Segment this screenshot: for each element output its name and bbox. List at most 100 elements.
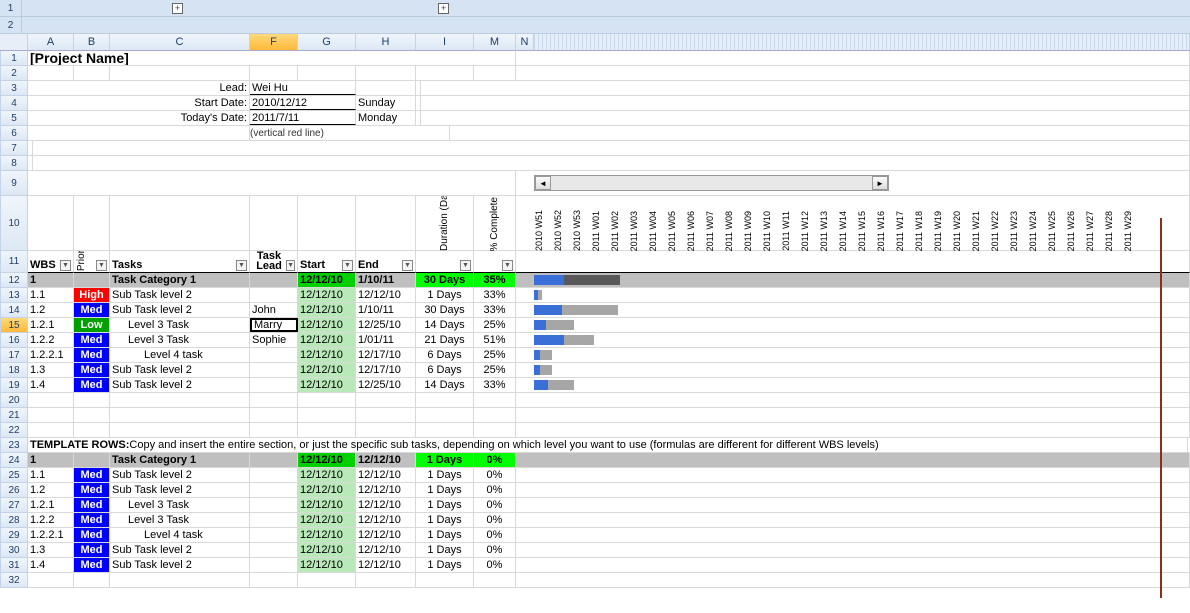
cell[interactable]	[250, 423, 298, 437]
row-head-13[interactable]: 13	[0, 288, 28, 303]
end-cell[interactable]: 12/12/10	[356, 483, 416, 497]
pct-cell[interactable]: 35%	[474, 273, 516, 287]
info-note[interactable]: (vertical red line)	[250, 126, 450, 140]
wbs-cell[interactable]: 1.1	[28, 288, 74, 302]
duration-cell[interactable]: 1 Days	[416, 288, 474, 302]
lead-cell[interactable]	[250, 483, 298, 497]
wbs-cell[interactable]: 1.2.2.1	[28, 348, 74, 362]
end-cell[interactable]: 12/12/10	[356, 543, 416, 557]
pct-cell[interactable]: 0%	[474, 468, 516, 482]
header-tasks[interactable]: Tasks▼	[110, 251, 250, 273]
header-tasklead[interactable]: Task Lead▼	[250, 251, 298, 273]
task-cell[interactable]: Sub Task level 2	[110, 543, 250, 557]
end-cell[interactable]: 12/12/10	[356, 513, 416, 527]
duration-cell[interactable]: 21 Days	[416, 333, 474, 347]
cell[interactable]	[28, 66, 74, 80]
outline-level-2[interactable]: 2	[0, 17, 22, 33]
task-cell[interactable]: Sub Task level 2	[110, 468, 250, 482]
cell[interactable]	[110, 423, 250, 437]
priority-cell[interactable]: Med	[74, 333, 110, 347]
duration-cell[interactable]: 6 Days	[416, 348, 474, 362]
task-cell[interactable]: Sub Task level 2	[110, 558, 250, 572]
start-cell[interactable]: 12/12/10	[298, 333, 356, 347]
end-cell[interactable]: 12/12/10	[356, 468, 416, 482]
cell[interactable]: ▼	[474, 251, 516, 273]
pct-cell[interactable]: 33%	[474, 378, 516, 392]
duration-cell[interactable]: 1 Days	[416, 558, 474, 572]
end-cell[interactable]: 1/01/11	[356, 333, 416, 347]
pct-cell[interactable]: 0%	[474, 483, 516, 497]
cell[interactable]	[110, 393, 250, 407]
title-cell[interactable]: [Project Name]	[28, 51, 516, 65]
info-day[interactable]	[356, 81, 416, 95]
wbs-cell[interactable]: 1.2.1	[28, 498, 74, 512]
cell[interactable]	[74, 408, 110, 422]
wbs-cell[interactable]: 1.3	[28, 543, 74, 557]
cell[interactable]	[356, 66, 416, 80]
cell[interactable]	[474, 66, 516, 80]
row-head-29[interactable]: 29	[0, 528, 28, 543]
pct-cell[interactable]: 0%	[474, 528, 516, 542]
row-head-11[interactable]: 11	[0, 251, 28, 273]
cell[interactable]	[250, 66, 298, 80]
duration-cell[interactable]: 1 Days	[416, 498, 474, 512]
wbs-cell[interactable]: 1.4	[28, 378, 74, 392]
cell[interactable]	[250, 408, 298, 422]
lead-cell[interactable]	[250, 528, 298, 542]
cell[interactable]	[474, 573, 516, 587]
row-head-12[interactable]: 12	[0, 273, 28, 288]
outline-expand-2[interactable]: +	[438, 3, 449, 14]
priority-cell[interactable]: Low	[74, 318, 110, 332]
start-cell[interactable]: 12/12/10	[298, 498, 356, 512]
start-cell[interactable]: 12/12/10	[298, 273, 356, 287]
wbs-cell[interactable]: 1.2	[28, 303, 74, 317]
spreadsheet-grid[interactable]: [Project Name]Lead:Wei HuStart Date:2010…	[28, 51, 1190, 588]
duration-cell[interactable]: 30 Days	[416, 273, 474, 287]
filter-dropdown-icon[interactable]: ▼	[402, 260, 413, 271]
pct-cell[interactable]: 0%	[474, 453, 516, 467]
row-head-32[interactable]: 32	[0, 573, 28, 588]
priority-cell[interactable]: Med	[74, 498, 110, 512]
row-head-18[interactable]: 18	[0, 363, 28, 378]
cell[interactable]	[416, 423, 474, 437]
filter-dropdown-icon[interactable]: ▼	[60, 260, 71, 271]
wbs-cell[interactable]: 1.4	[28, 558, 74, 572]
end-cell[interactable]: 1/10/11	[356, 273, 416, 287]
lead-cell[interactable]	[250, 363, 298, 377]
lead-cell[interactable]	[250, 273, 298, 287]
end-cell[interactable]: 12/25/10	[356, 378, 416, 392]
info-label[interactable]: Today's Date:	[28, 111, 250, 125]
cell[interactable]	[298, 393, 356, 407]
col-C[interactable]: C	[110, 34, 250, 50]
scroll-right-button[interactable]: ►	[872, 176, 888, 190]
filter-dropdown-icon[interactable]: ▼	[460, 260, 471, 271]
cell[interactable]	[356, 393, 416, 407]
lead-cell[interactable]	[250, 288, 298, 302]
info-day[interactable]: Monday	[356, 111, 416, 125]
row-head-9[interactable]: 9	[0, 171, 28, 196]
task-cell[interactable]: Sub Task level 2	[110, 363, 250, 377]
task-cell[interactable]: Sub Task level 2	[110, 378, 250, 392]
col-narrow-group[interactable]	[534, 34, 1190, 50]
end-cell[interactable]: 12/25/10	[356, 318, 416, 332]
priority-cell[interactable]: Med	[74, 528, 110, 542]
cell[interactable]	[28, 171, 516, 195]
end-cell[interactable]: 12/17/10	[356, 348, 416, 362]
end-cell[interactable]: 12/17/10	[356, 363, 416, 377]
task-cell[interactable]: Task Category 1	[110, 453, 250, 467]
pct-cell[interactable]: 0%	[474, 543, 516, 557]
start-cell[interactable]: 12/12/10	[298, 513, 356, 527]
lead-cell[interactable]	[250, 498, 298, 512]
row-head-3[interactable]: 3	[0, 81, 28, 96]
cell[interactable]	[298, 408, 356, 422]
cell[interactable]	[250, 393, 298, 407]
cell[interactable]	[74, 393, 110, 407]
row-head-30[interactable]: 30	[0, 543, 28, 558]
start-cell[interactable]: 12/12/10	[298, 483, 356, 497]
start-cell[interactable]: 12/12/10	[298, 543, 356, 557]
cell[interactable]	[74, 423, 110, 437]
col-B[interactable]: B	[74, 34, 110, 50]
wbs-cell[interactable]: 1.2.2.1	[28, 528, 74, 542]
cell[interactable]	[110, 196, 250, 251]
priority-cell[interactable]	[74, 453, 110, 467]
